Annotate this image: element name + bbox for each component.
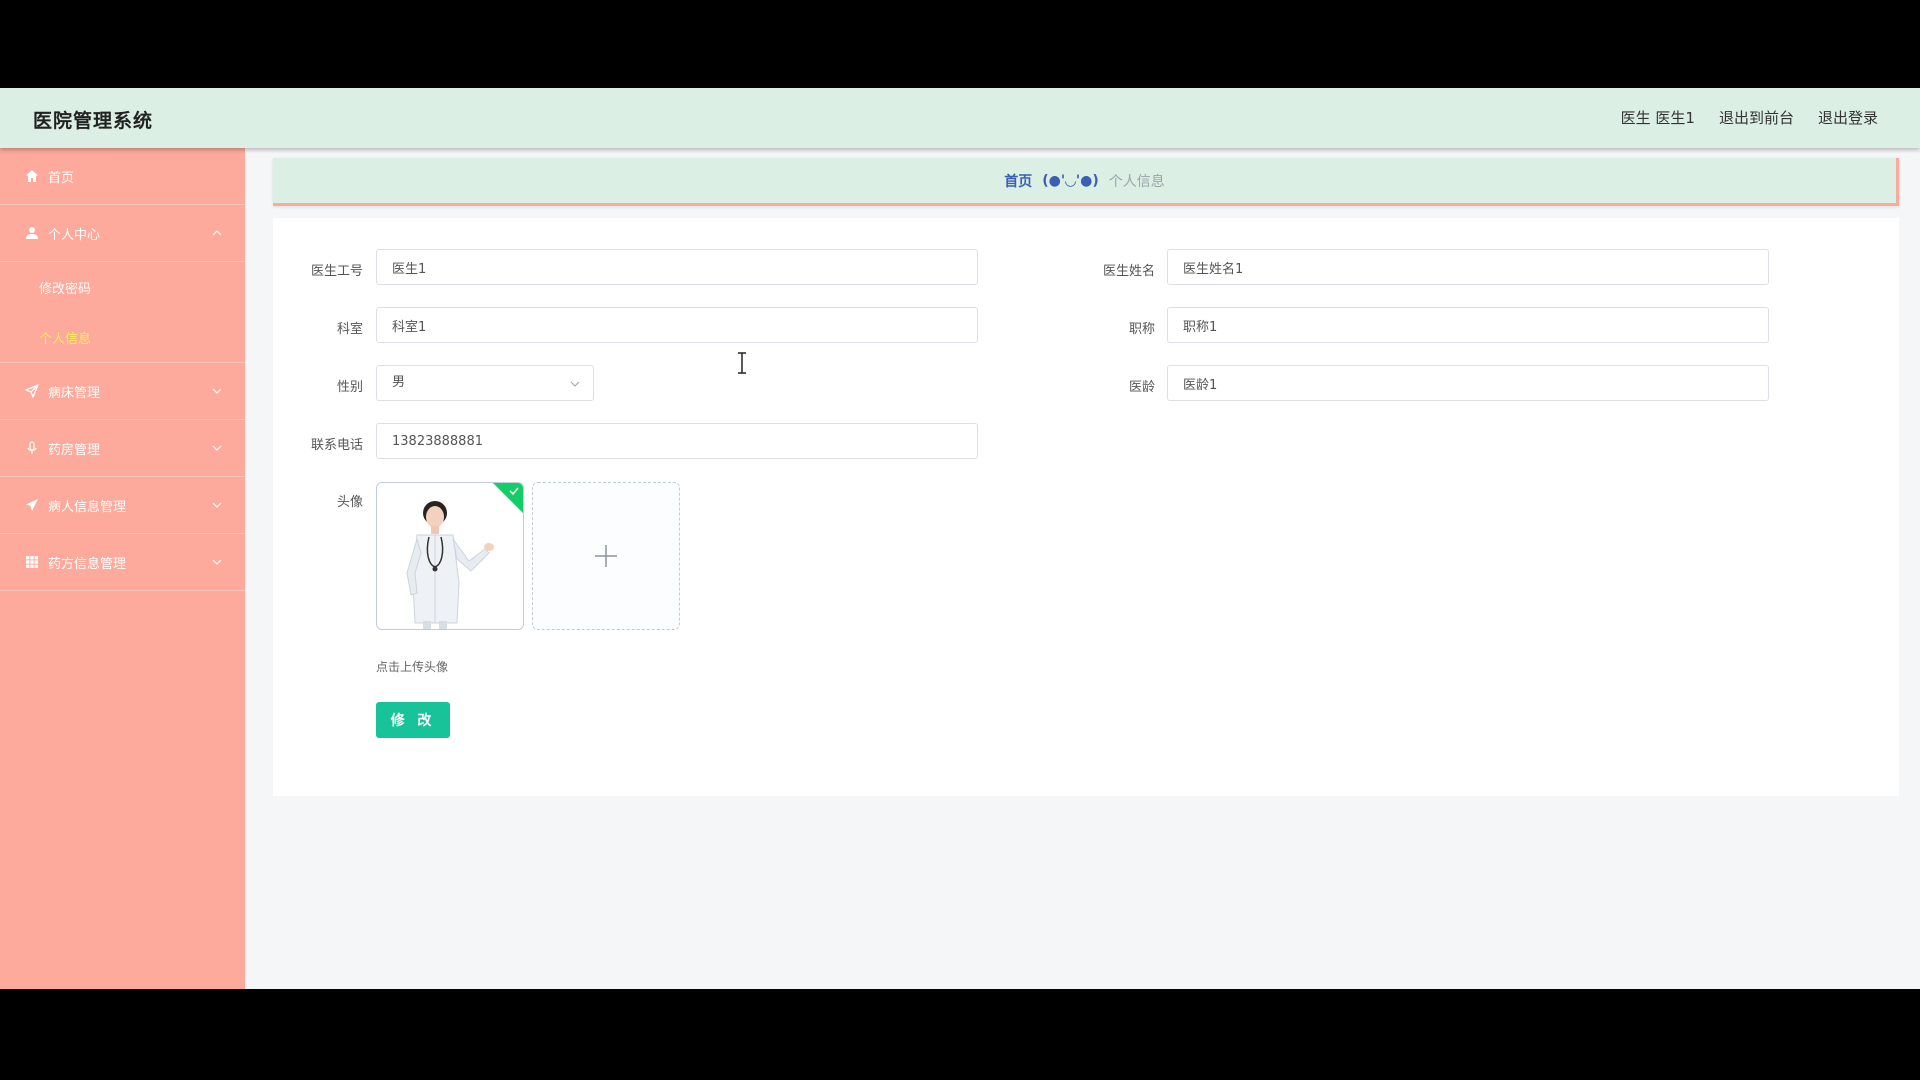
app-title: 医院管理系统: [33, 110, 154, 132]
home-icon: [24, 168, 40, 184]
grid-icon: [24, 554, 40, 570]
chevron-down-icon: [570, 381, 580, 387]
breadcrumb-current: 个人信息: [1108, 173, 1165, 190]
exit-to-front-link[interactable]: 退出到前台: [1719, 107, 1794, 128]
years-label: 医龄: [1128, 380, 1155, 395]
top-header: 医院管理系统 医生 医生1 退出到前台 退出登录: [0, 88, 1920, 148]
job-title-label: 职称: [1128, 322, 1155, 337]
department-input[interactable]: [376, 307, 978, 343]
user-icon: [24, 225, 40, 241]
main-content: 首页 (●'◡'●) 个人信息 医生工号 医生姓名 科室 职称 性别 男 医龄: [245, 148, 1920, 989]
sidebar-item-label: 病人信息管理: [48, 499, 127, 515]
avatar-label: 头像: [336, 495, 363, 510]
avatar-upload-button[interactable]: [532, 482, 680, 630]
doctor-name-label: 医生姓名: [1102, 264, 1155, 279]
sidebar-item-label: 药房管理: [48, 442, 101, 458]
chevron-up-icon: [212, 230, 222, 236]
sidebar: 首页 个人中心 修改密码 个人信息 病床管理 药房管理 病人信息管理 药方信息管…: [0, 148, 245, 989]
app-window: 医院管理系统 医生 医生1 退出到前台 退出登录 首页 个人中心 修改密码 个人…: [0, 88, 1920, 989]
avatar-preview[interactable]: [376, 482, 524, 630]
sidebar-item-label: 药方信息管理: [48, 556, 127, 572]
gender-label: 性别: [336, 380, 363, 395]
breadcrumb-separator: (●'◡'●): [1042, 172, 1099, 189]
letterbox-top: [0, 0, 1920, 88]
sidebar-item-home[interactable]: 首页: [0, 148, 245, 205]
gender-selected-value: 男: [392, 375, 406, 390]
logout-link[interactable]: 退出登录: [1818, 107, 1878, 128]
chevron-down-icon: [212, 559, 222, 565]
breadcrumb-home[interactable]: 首页: [1004, 171, 1032, 191]
personal-info-form: 医生工号 医生姓名 科室 职称 性别 男 医龄 联系电话 头像: [273, 218, 1899, 796]
send-icon: [24, 383, 40, 399]
plus-icon: [595, 545, 617, 567]
sidebar-item-change-password[interactable]: 修改密码: [0, 262, 245, 312]
paper-plane-icon: [24, 497, 40, 513]
check-icon: [509, 487, 519, 496]
sidebar-item-label: 个人中心: [48, 227, 101, 243]
job-title-input[interactable]: [1167, 307, 1769, 343]
personal-center-submenu: 修改密码 个人信息: [0, 262, 245, 363]
doctor-id-label: 医生工号: [310, 264, 363, 279]
sidebar-item-prescription-info[interactable]: 药方信息管理: [0, 534, 245, 591]
microphone-icon: [24, 440, 40, 456]
gender-select[interactable]: 男: [376, 365, 594, 401]
sidebar-item-personal-info[interactable]: 个人信息: [0, 312, 245, 362]
chevron-down-icon: [212, 388, 222, 394]
submit-modify-button[interactable]: 修 改: [376, 702, 450, 738]
sidebar-item-patient-info[interactable]: 病人信息管理: [0, 477, 245, 534]
sidebar-item-bed-management[interactable]: 病床管理: [0, 363, 245, 420]
sidebar-item-pharmacy-management[interactable]: 药房管理: [0, 420, 245, 477]
text-cursor-icon: [738, 352, 746, 374]
doctor-id-input[interactable]: [376, 249, 978, 285]
avatar-upload-hint: 点击上传头像: [376, 660, 449, 674]
years-input[interactable]: [1167, 365, 1769, 401]
sidebar-item-label: 首页: [48, 170, 75, 186]
sidebar-item-label: 病床管理: [48, 385, 101, 401]
letterbox-bottom: [0, 989, 1920, 1080]
doctor-name-input[interactable]: [1167, 249, 1769, 285]
chevron-down-icon: [212, 502, 222, 508]
sidebar-item-personal-center[interactable]: 个人中心: [0, 205, 245, 262]
breadcrumb: 首页 (●'◡'●) 个人信息: [273, 158, 1899, 206]
department-label: 科室: [336, 322, 363, 337]
current-user-label: 医生 医生1: [1620, 109, 1695, 127]
chevron-down-icon: [212, 445, 222, 451]
phone-label: 联系电话: [310, 438, 363, 453]
header-actions: 医生 医生1 退出到前台 退出登录: [1621, 107, 1878, 128]
phone-input[interactable]: [376, 423, 978, 459]
